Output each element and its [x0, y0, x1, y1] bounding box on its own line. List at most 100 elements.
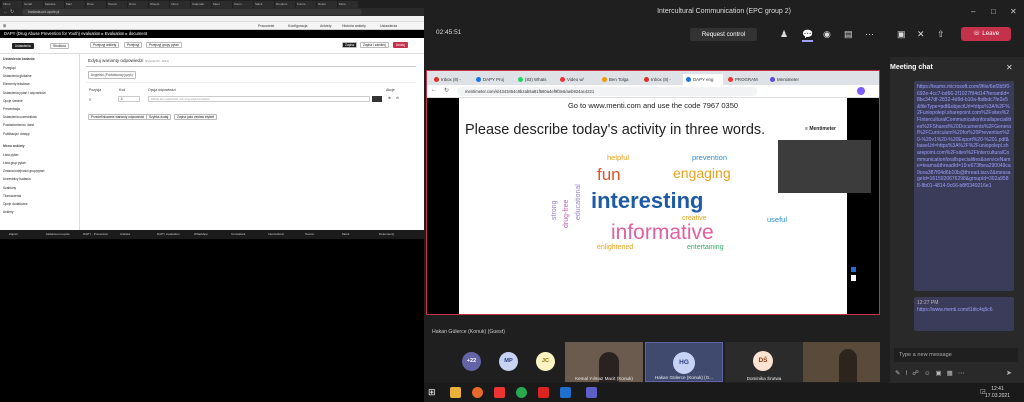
sidebar-item[interactable]: Publikacja i dostęp	[3, 132, 30, 136]
browser-tab[interactable]: Calendar	[191, 1, 211, 8]
browser-tab[interactable]: Inbox	[170, 1, 190, 8]
browser-tab[interactable]: Gmail	[23, 1, 43, 8]
taskbar-item[interactable]: Intercultural	[263, 231, 299, 238]
sticker-icon[interactable]: ▦	[947, 370, 958, 377]
chat-icon[interactable]: 💬	[802, 28, 814, 42]
save-label-set-button[interactable]: Zapisz jako zestaw etykiet	[174, 114, 218, 120]
browser-tab[interactable]: Zoom	[233, 1, 253, 8]
sidebar-item[interactable]: Przegląd	[3, 66, 16, 70]
sidebar-item[interactable]: Szablony	[3, 186, 16, 190]
back-icon[interactable]: ←	[3, 9, 8, 15]
tab-structure[interactable]: Struktura	[50, 43, 69, 49]
save-close-button[interactable]: Zapisz i zamknij	[360, 42, 389, 48]
video-tile-4[interactable]	[803, 342, 880, 382]
attach-icon[interactable]: ☍	[912, 370, 924, 377]
taskbar-item[interactable]: DAPY - Prevention	[78, 231, 114, 238]
sidebar-item[interactable]: Opcje dodatkowe	[3, 202, 28, 206]
sidebar-item[interactable]: Powiadomienia i dane	[3, 123, 34, 127]
sidebar-item[interactable]: Ustawienia uczestników	[3, 115, 37, 119]
sidebar-item[interactable]: Ustawienia pytań i odpowiedzi	[3, 91, 46, 95]
inner-browser-tab[interactable]: Inbox (8) -	[431, 74, 471, 85]
start-icon[interactable]: ⊞	[428, 387, 439, 398]
share-tray-icon[interactable]: ▤	[844, 28, 853, 40]
save-button[interactable]: Zapisz	[342, 42, 358, 48]
request-control-button[interactable]: Request control	[690, 28, 757, 41]
participant-avatar[interactable]: MP	[499, 352, 518, 371]
browser-tab[interactable]: Docs	[128, 1, 148, 8]
sidebar-item[interactable]: Lista pytań	[3, 153, 18, 157]
taskbar-item[interactable]: badania.uni.opole	[41, 231, 77, 238]
language-tab[interactable]: Angielski (Podstawowy język)	[88, 71, 136, 79]
inner-browser-tab[interactable]: Ben Tolga	[599, 74, 639, 85]
browser-tab[interactable]: Sheets	[149, 1, 169, 8]
chat-message[interactable]: https://teams.microsoft.com/l/file/6ef2b…	[914, 81, 1014, 291]
sidebar-item[interactable]: Tłumaczenia	[3, 194, 21, 198]
inner-browser-tab[interactable]: DAPY eng	[683, 74, 723, 85]
more-options-icon[interactable]: ⋯	[865, 28, 874, 40]
browser-tab[interactable]: Forms	[296, 1, 316, 8]
chrome-icon[interactable]	[516, 387, 527, 398]
browser-tab[interactable]: Teams	[107, 1, 127, 8]
word-icon[interactable]	[560, 387, 571, 398]
participants-icon[interactable]: ♟	[780, 28, 788, 40]
drag-handle-icon[interactable]: ≡	[89, 97, 91, 102]
participant-avatar[interactable]: +22	[462, 352, 481, 371]
answer-input[interactable]: Kliknij aby edytować, lub użyj edytora t…	[148, 96, 370, 102]
pdf-icon[interactable]	[538, 387, 549, 398]
taskbar-item[interactable]: WhatsApp	[189, 231, 225, 238]
nav-item[interactable]: Ankiety	[320, 24, 331, 28]
profile-avatar[interactable]	[857, 87, 865, 95]
gif-icon[interactable]: ▣	[936, 370, 947, 377]
quick-add-button[interactable]: Szybka dodaj	[146, 114, 172, 120]
message-text[interactable]: https://www.menti.com/t1dic4q5c6	[917, 307, 993, 313]
video-tile-1[interactable]: Kemal Yılmaz Macit (Konuk)	[565, 342, 643, 382]
nav-item[interactable]: Ustawienia	[380, 24, 397, 28]
minimize-icon[interactable]: –	[971, 7, 975, 16]
firefox-icon[interactable]	[472, 387, 483, 398]
inner-browser-tab[interactable]: Inbox (8) -	[641, 74, 681, 85]
browser-tab[interactable]: Mail	[65, 1, 85, 8]
more-compose-icon[interactable]: ⋯	[958, 370, 970, 377]
slide-control-icon[interactable]	[851, 267, 856, 272]
participant-avatar[interactable]: JC	[536, 352, 555, 371]
back-icon[interactable]: ←	[431, 87, 437, 93]
taskbar-item[interactable]: Teams	[300, 231, 336, 238]
refresh-icon[interactable]: ↻	[10, 9, 14, 15]
inner-browser-tab[interactable]: DAPY Proj	[473, 74, 513, 85]
teams-icon[interactable]	[586, 387, 597, 398]
taskbar-item[interactable]: DAPY evaluation	[152, 231, 188, 238]
cancel-button[interactable]: Anuluj	[393, 42, 408, 48]
close-chat-icon[interactable]: ✕	[1006, 63, 1013, 72]
review-groups-button[interactable]: Przejrzyj grupy pytań	[146, 42, 182, 48]
predefined-answers-button[interactable]: Przedefiniowane warianty odpowiedzi	[88, 114, 148, 120]
close-icon[interactable]: ✕	[1010, 7, 1017, 16]
taskbar-item[interactable]: Consultant	[226, 231, 262, 238]
maximize-icon[interactable]: □	[991, 7, 996, 16]
mic-off-icon[interactable]: ✕	[917, 28, 925, 40]
video-tile-2[interactable]: HG Hakan Gülerce (Konuk) (G...	[645, 342, 723, 382]
sidebar-item[interactable]: Ustawienia globalne	[3, 74, 32, 78]
camera-icon[interactable]: ▣	[897, 28, 906, 40]
app-icon[interactable]	[494, 387, 505, 398]
browser-tab[interactable]: More	[338, 1, 358, 8]
sidebar-item[interactable]: Zmiana kolejności grup/pytań	[3, 169, 44, 173]
browser-tab[interactable]: Slack	[254, 1, 274, 8]
review-survey-button[interactable]: Przejrzyj ankiety	[90, 42, 120, 48]
inner-browser-tab[interactable]: Mentimeter	[767, 74, 807, 85]
browser-tab[interactable]: Dropbox	[275, 1, 295, 8]
nav-item[interactable]: Historia ankiety	[342, 24, 366, 28]
inner-browser-tab[interactable]: Video w/	[557, 74, 597, 85]
chat-message[interactable]: 12:27 PM https://www.menti.com/t1dic4q5c…	[914, 297, 1014, 331]
nav-item[interactable]: Pracownie	[258, 24, 274, 28]
sidebar-item[interactable]: Prezentacja	[3, 107, 20, 111]
sidebar-item[interactable]: Uczestnicy badania	[3, 177, 31, 181]
sidebar-item[interactable]: Opcje średnie	[3, 99, 23, 103]
inner-address-bar[interactable]: mentimeter.com/s/4343454c8b2ab5a81f560a4…	[457, 87, 757, 96]
share-screen-icon[interactable]: ⇧	[937, 28, 945, 40]
taskbar-item[interactable]: Dokumenty	[374, 231, 410, 238]
format-icon[interactable]: ✎	[895, 370, 905, 377]
breakout-icon[interactable]: ◉	[823, 28, 831, 40]
browser-tab[interactable]: Meet	[212, 1, 232, 8]
taskbar-clock[interactable]: 12:41 17.03.2021	[985, 386, 1010, 399]
browser-tab[interactable]: Inbox	[2, 1, 22, 8]
